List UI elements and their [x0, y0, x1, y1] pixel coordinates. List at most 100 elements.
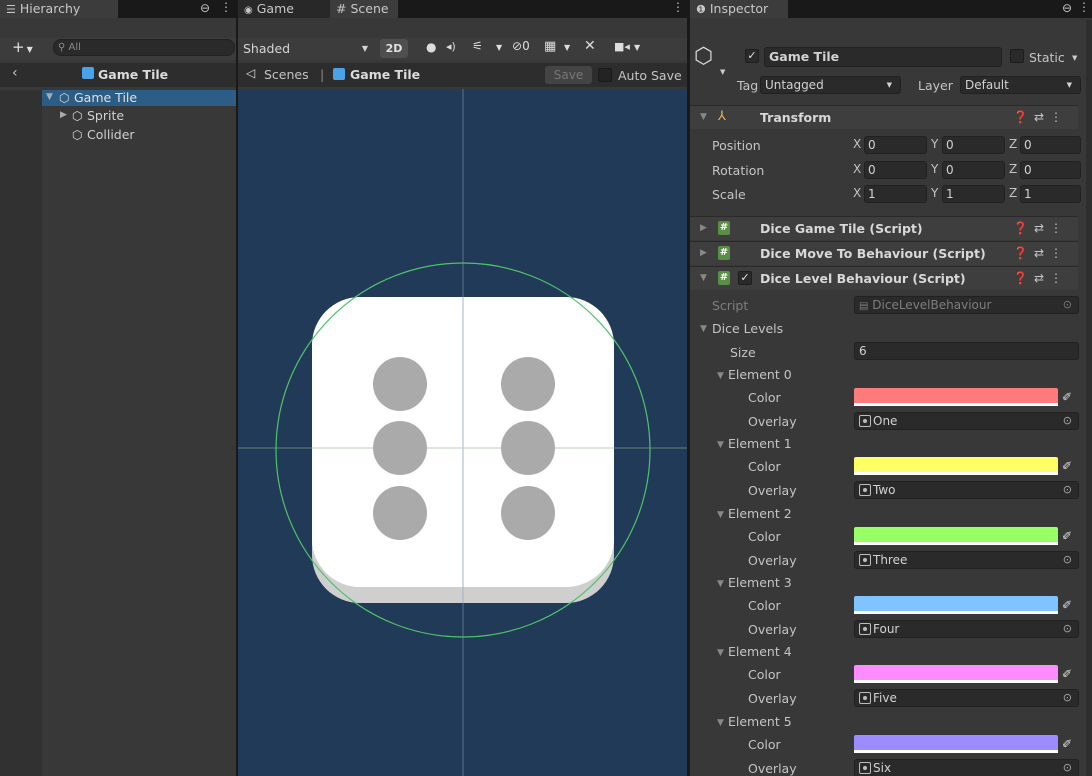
component-actions-icon[interactable]: ❓⇄⋮: [1013, 221, 1068, 235]
foldout-arrow-icon[interactable]: ▼: [717, 371, 724, 381]
tools-icon[interactable]: ✕: [584, 38, 596, 54]
foldout-arrow-icon[interactable]: ▼: [717, 510, 724, 520]
color-field[interactable]: [854, 527, 1058, 545]
scene-viewport[interactable]: [238, 89, 687, 776]
element-label[interactable]: Element 1: [728, 436, 792, 451]
position-z-field[interactable]: 0: [1020, 136, 1081, 154]
scene-visibility-icon[interactable]: ⊘0: [512, 39, 530, 53]
back-arrow-icon[interactable]: ‹: [12, 65, 18, 81]
camera-icon[interactable]: ■◂: [614, 40, 630, 53]
position-y-field[interactable]: 0: [942, 136, 1005, 154]
layer-dropdown[interactable]: Default ▼: [960, 76, 1081, 94]
foldout-arrow-icon[interactable]: ▼: [700, 324, 707, 334]
foldout-arrow-icon[interactable]: ▼: [717, 718, 724, 728]
object-picker-icon[interactable]: ⊙: [1063, 622, 1072, 635]
component-actions-icon[interactable]: ❓⇄⋮: [1013, 110, 1068, 124]
toggle-2d-button[interactable]: 2D: [380, 39, 408, 58]
component-header[interactable]: ▶ # Dice Game Tile (Script) ❓⇄⋮: [690, 216, 1078, 240]
lighting-bulb-icon[interactable]: ●: [426, 40, 436, 54]
object-name-field[interactable]: Game Tile: [764, 47, 1002, 67]
chevron-down-icon[interactable]: ▼: [1072, 54, 1077, 62]
object-picker-icon[interactable]: ⊙: [1063, 553, 1072, 566]
eyedropper-icon[interactable]: ✐: [1062, 390, 1076, 404]
overlay-field[interactable]: One ⊙: [854, 412, 1079, 430]
position-x-field[interactable]: 0: [864, 136, 927, 154]
grid-snap-icon[interactable]: ▦: [544, 39, 556, 54]
breadcrumb-current[interactable]: Game Tile: [350, 67, 420, 82]
tab-scene[interactable]: # Scene: [330, 0, 398, 18]
chevron-down-icon[interactable]: ▼: [496, 43, 502, 52]
object-picker-icon[interactable]: ⊙: [1063, 761, 1072, 774]
breadcrumb-separator: |: [320, 67, 325, 82]
eyedropper-icon[interactable]: ✐: [1062, 529, 1076, 543]
overlay-field[interactable]: Six ⊙: [854, 759, 1079, 776]
overlay-field[interactable]: Four ⊙: [854, 620, 1079, 638]
scale-z-field[interactable]: 1: [1020, 185, 1081, 203]
save-button[interactable]: Save: [545, 66, 592, 84]
foldout-arrow-icon[interactable]: ▼: [717, 440, 724, 450]
element-label[interactable]: Element 3: [728, 575, 792, 590]
eyedropper-icon[interactable]: ✐: [1062, 737, 1076, 751]
foldout-arrow-icon[interactable]: ▼: [717, 648, 724, 658]
list-item[interactable]: ⬡ Collider: [42, 127, 236, 143]
kebab-menu-icon[interactable]: ⋮: [672, 0, 684, 14]
chevron-down-icon[interactable]: ▼: [634, 43, 640, 52]
element-label[interactable]: Element 2: [728, 506, 792, 521]
tab-hierarchy[interactable]: ☰ Hierarchy: [0, 0, 118, 18]
dice-levels-label[interactable]: Dice Levels: [712, 321, 783, 336]
audio-speaker-icon[interactable]: ◂): [446, 40, 456, 53]
breadcrumb-scenes[interactable]: Scenes: [264, 67, 309, 82]
active-checkbox[interactable]: ✓: [745, 49, 759, 63]
search-input[interactable]: ⚲ All: [53, 39, 235, 56]
color-field[interactable]: [854, 665, 1058, 683]
rotation-x-field[interactable]: 0: [864, 161, 927, 179]
chevron-down-icon[interactable]: ▼: [720, 68, 725, 76]
element-label[interactable]: Element 4: [728, 644, 792, 659]
component-enabled-checkbox[interactable]: ✓: [738, 271, 752, 285]
draw-mode-dropdown[interactable]: Shaded ▼: [238, 38, 374, 59]
element-label[interactable]: Element 5: [728, 714, 792, 729]
color-field[interactable]: [854, 388, 1058, 406]
transform-header[interactable]: ▼ ⅄ Transform ❓⇄⋮: [690, 105, 1078, 129]
component-header[interactable]: ▼ # ✓ Dice Level Behaviour (Script) ❓⇄⋮: [690, 266, 1078, 290]
object-picker-icon[interactable]: ⊙: [1063, 483, 1072, 496]
rotation-y-field[interactable]: 0: [942, 161, 1005, 179]
list-item[interactable]: ▼ ⬡ Game Tile: [42, 90, 236, 106]
eyedropper-icon[interactable]: ✐: [1062, 459, 1076, 473]
overlay-field[interactable]: Two ⊙: [854, 481, 1079, 499]
scale-y-field[interactable]: 1: [942, 185, 1005, 203]
sprite-icon: [859, 415, 871, 427]
overlay-field[interactable]: Three ⊙: [854, 551, 1079, 569]
color-field[interactable]: [854, 735, 1058, 753]
element-label[interactable]: Element 0: [728, 367, 792, 382]
foldout-arrow-icon[interactable]: ▼: [717, 579, 724, 589]
component-actions-icon[interactable]: ❓⇄⋮: [1013, 271, 1068, 285]
kebab-menu-icon[interactable]: ⋮: [220, 0, 232, 14]
effects-icon[interactable]: ⚟: [472, 39, 483, 53]
static-checkbox[interactable]: [1010, 49, 1024, 63]
object-picker-icon[interactable]: ⊙: [1063, 691, 1072, 704]
size-field[interactable]: 6: [854, 342, 1079, 360]
tag-dropdown[interactable]: Untagged ▼: [760, 76, 901, 94]
chevron-down-icon[interactable]: ▼: [564, 43, 570, 52]
eyedropper-icon[interactable]: ✐: [1062, 598, 1076, 612]
overlay-field[interactable]: Five ⊙: [854, 689, 1079, 707]
list-item[interactable]: ▶ ⬡ Sprite: [42, 108, 236, 124]
lock-icon[interactable]: ⊖: [200, 1, 210, 15]
color-field[interactable]: [854, 457, 1058, 475]
object-picker-icon[interactable]: ⊙: [1063, 414, 1072, 427]
lock-icon[interactable]: ⊖: [1062, 1, 1072, 15]
eyedropper-icon[interactable]: ✐: [1062, 667, 1076, 681]
autosave-checkbox[interactable]: [598, 68, 612, 82]
tab-inspector[interactable]: ❶ Inspector: [690, 0, 788, 18]
add-button[interactable]: + ▼: [12, 38, 33, 56]
scale-x-field[interactable]: 1: [864, 185, 927, 203]
kebab-menu-icon[interactable]: ⋮: [1078, 0, 1090, 14]
component-actions-icon[interactable]: ❓⇄⋮: [1013, 246, 1068, 260]
rotation-z-field[interactable]: 0: [1020, 161, 1081, 179]
tab-game[interactable]: ◉ Game: [238, 0, 330, 18]
component-header[interactable]: ▶ # Dice Move To Behaviour (Script) ❓⇄⋮: [690, 241, 1078, 265]
color-field[interactable]: [854, 596, 1058, 614]
scrollbar[interactable]: [1086, 20, 1092, 776]
position-label: Position: [712, 138, 761, 153]
